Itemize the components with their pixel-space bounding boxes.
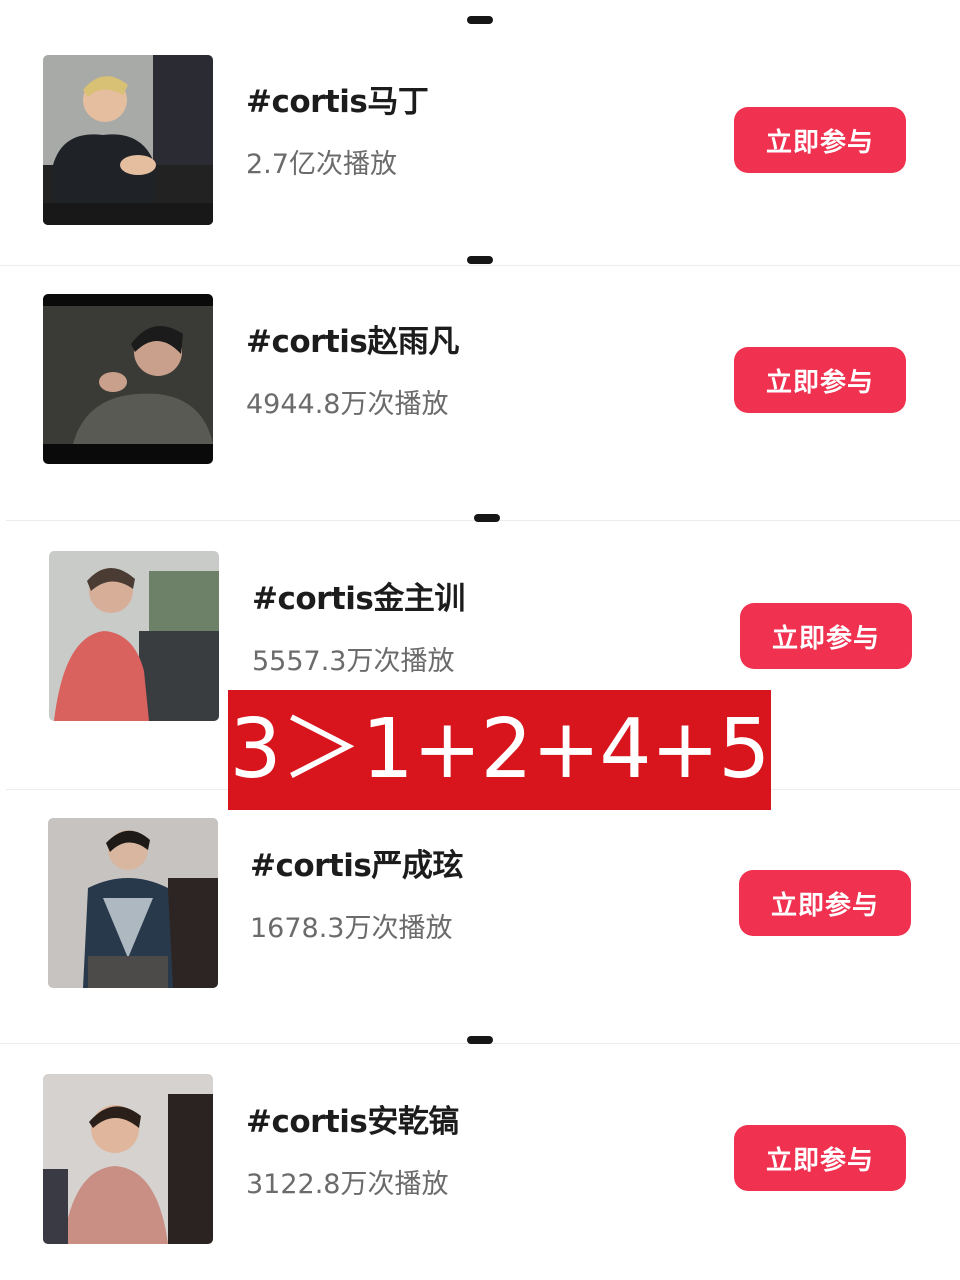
topic-title[interactable]: #cortis金主训 — [252, 573, 465, 618]
view-count: 5557.3万次播放 — [252, 646, 455, 677]
topic-card-5[interactable]: #cortis安乾镐 3122.8万次播放 立即参与 — [0, 1036, 960, 1280]
view-count: 2.7亿次播放 — [246, 149, 397, 180]
topic-title[interactable]: #cortis严成玹 — [250, 840, 463, 885]
drag-handle[interactable] — [467, 1036, 493, 1044]
join-button[interactable]: 立即参与 — [734, 347, 906, 413]
topic-title[interactable]: #cortis赵雨凡 — [246, 316, 459, 361]
drag-handle[interactable] — [467, 256, 493, 264]
topic-thumbnail[interactable] — [49, 551, 219, 721]
view-count: 4944.8万次播放 — [246, 389, 449, 420]
topic-thumbnail[interactable] — [43, 294, 213, 464]
topic-card-2[interactable]: #cortis赵雨凡 4944.8万次播放 立即参与 — [0, 256, 960, 521]
drag-handle[interactable] — [467, 16, 493, 24]
view-count: 3122.8万次播放 — [246, 1169, 449, 1200]
topic-card-4[interactable]: #cortis严成玹 1678.3万次播放 立即参与 — [0, 790, 960, 1044]
topic-title[interactable]: #cortis安乾镐 — [246, 1096, 459, 1141]
comparison-overlay-label: 3＞1+2+4+5 — [228, 690, 771, 810]
topic-thumbnail[interactable] — [48, 818, 218, 988]
join-button[interactable]: 立即参与 — [739, 870, 911, 936]
view-count: 1678.3万次播放 — [250, 913, 453, 944]
drag-handle[interactable] — [474, 514, 500, 522]
join-button[interactable]: 立即参与 — [734, 1125, 906, 1191]
topic-thumbnail[interactable] — [43, 1074, 213, 1244]
join-button[interactable]: 立即参与 — [740, 603, 912, 669]
topic-thumbnail[interactable] — [43, 55, 213, 225]
topic-title[interactable]: #cortis马丁 — [246, 76, 429, 121]
topic-card-1[interactable]: #cortis马丁 2.7亿次播放 立即参与 — [0, 0, 960, 266]
join-button[interactable]: 立即参与 — [734, 107, 906, 173]
